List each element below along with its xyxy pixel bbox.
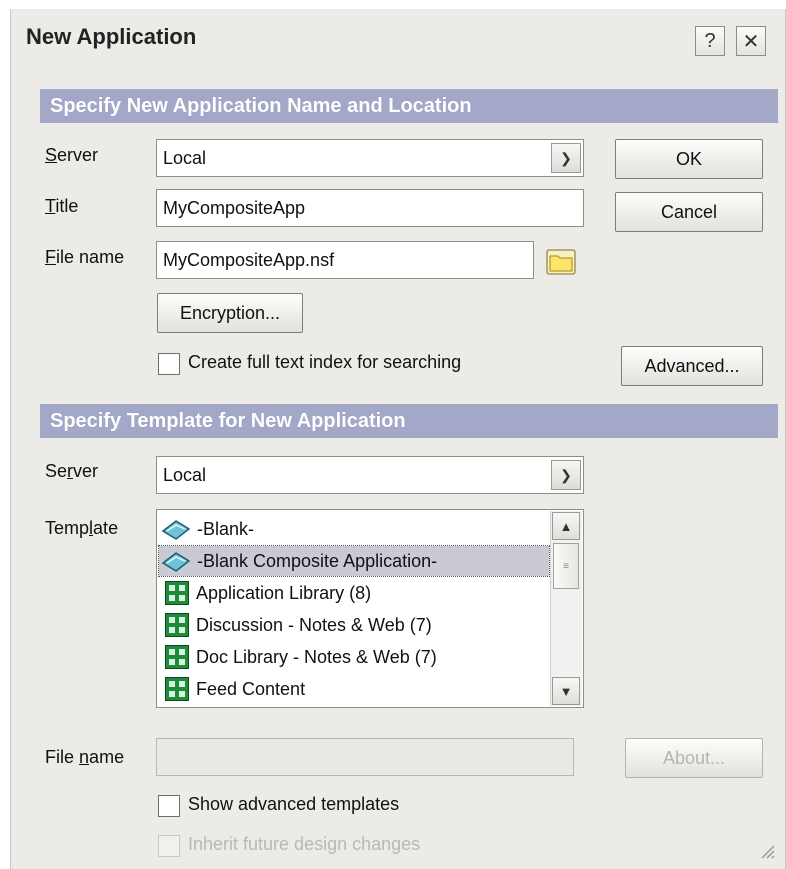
new-application-dialog: New Application ? ✕ Specify New Applicat…: [10, 9, 786, 869]
cancel-button-label: Cancel: [660, 201, 718, 222]
template-icon: [165, 613, 189, 637]
ok-button[interactable]: OK: [615, 139, 763, 179]
template-list-item[interactable]: -Blank Composite Application-: [158, 545, 550, 577]
file-name-label: File name: [45, 247, 125, 267]
inherit-design-label: Inherit future design changes: [188, 834, 421, 854]
template-list-item-label: -Blank Composite Application-: [197, 550, 438, 571]
template-list-item-label: Application Library (8): [196, 582, 372, 603]
help-icon: ?: [704, 29, 716, 52]
show-advanced-templates-checkbox[interactable]: [158, 795, 180, 817]
template-scrollbar[interactable]: ▲ ≡ ▼: [550, 511, 582, 706]
template-listbox[interactable]: -Blank- -Blank Composite Application- Appl…: [156, 509, 584, 708]
template-list-item-label: Doc Library - Notes & Web (7): [196, 646, 437, 667]
folder-icon[interactable]: [546, 249, 576, 275]
section-header-template: Specify Template for New Application: [40, 404, 778, 438]
scroll-thumb[interactable]: ≡: [553, 543, 579, 589]
full-text-index-checkbox[interactable]: [158, 353, 180, 375]
help-button[interactable]: ?: [695, 26, 725, 56]
template-list-item-label: Feed Content: [196, 678, 306, 699]
advanced-button-label: Advanced...: [644, 355, 740, 376]
encryption-button-label: Encryption...: [179, 302, 281, 323]
server-value: Local: [163, 147, 207, 168]
template-server-label: Server: [45, 461, 99, 481]
server-label: Server: [45, 145, 99, 165]
scroll-down-icon[interactable]: ▼: [552, 677, 580, 705]
resize-grip-icon[interactable]: [759, 843, 775, 859]
scroll-up-icon[interactable]: ▲: [552, 512, 580, 540]
template-file-name-label: File name: [45, 747, 125, 767]
template-label: Template: [45, 518, 119, 538]
database-icon: [159, 516, 193, 542]
top-strip: [0, 0, 786, 9]
server-combobox[interactable]: Local ❯: [156, 139, 584, 177]
template-list-item[interactable]: Feed Content: [159, 674, 549, 704]
title-input[interactable]: MyCompositeApp: [156, 189, 584, 227]
advanced-button[interactable]: Advanced...: [621, 346, 763, 386]
file-name-input[interactable]: MyCompositeApp.nsf: [156, 241, 534, 279]
template-server-value: Local: [163, 464, 207, 485]
cancel-button[interactable]: Cancel: [615, 192, 763, 232]
title-label: Title: [45, 196, 79, 216]
template-server-combobox[interactable]: Local ❯: [156, 456, 584, 494]
template-icon: [165, 677, 189, 701]
template-list-item[interactable]: -Blank-: [159, 514, 549, 544]
template-list-item-label: -Blank-: [197, 518, 255, 539]
template-icon: [165, 581, 189, 605]
template-file-name-input[interactable]: [156, 738, 574, 776]
template-list-item[interactable]: Doc Library - Notes & Web (7): [159, 642, 549, 672]
dialog-title: New Application: [26, 24, 197, 49]
close-icon: ✕: [742, 30, 760, 53]
title-value: MyCompositeApp: [163, 197, 306, 218]
template-list-item[interactable]: Discussion - Notes & Web (7): [159, 610, 549, 640]
database-icon: [159, 548, 193, 574]
about-button-label: About...: [662, 747, 726, 768]
show-advanced-templates-label: Show advanced templates: [188, 794, 400, 814]
full-text-index-label: Create full text index for searching: [188, 352, 462, 372]
section-header-name-location: Specify New Application Name and Locatio…: [40, 89, 778, 123]
encryption-button[interactable]: Encryption...: [157, 293, 303, 333]
file-name-value: MyCompositeApp.nsf: [163, 249, 335, 270]
close-button[interactable]: ✕: [736, 26, 766, 56]
template-list-item-label: Discussion - Notes & Web (7): [196, 614, 432, 635]
ok-button-label: OK: [675, 148, 702, 169]
template-list-item[interactable]: Application Library (8): [159, 578, 549, 608]
about-button[interactable]: About...: [625, 738, 763, 778]
template-icon: [165, 645, 189, 669]
inherit-design-checkbox[interactable]: [158, 835, 180, 857]
chevron-down-icon[interactable]: ❯: [551, 143, 581, 173]
chevron-down-icon[interactable]: ❯: [551, 460, 581, 490]
